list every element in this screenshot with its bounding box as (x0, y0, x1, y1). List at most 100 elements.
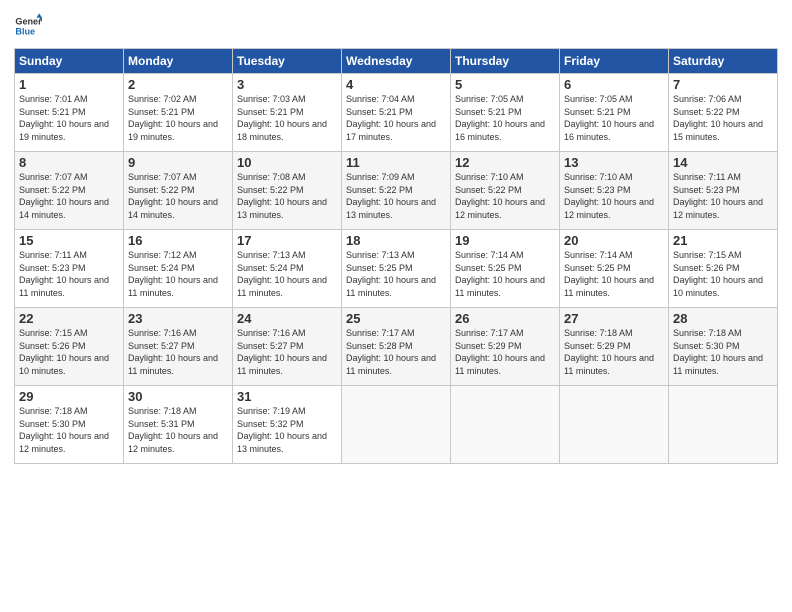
svg-text:Blue: Blue (15, 26, 35, 36)
day-info: Sunrise: 7:18 AMSunset: 5:31 PMDaylight:… (128, 406, 218, 454)
day-info: Sunrise: 7:02 AMSunset: 5:21 PMDaylight:… (128, 94, 218, 142)
logo-icon: General Blue (14, 12, 42, 40)
calendar-cell: 17 Sunrise: 7:13 AMSunset: 5:24 PMDaylig… (233, 230, 342, 308)
calendar-container: General Blue Sunday Monday Tuesday Wedne… (0, 0, 792, 612)
day-number: 22 (19, 311, 119, 326)
day-number: 5 (455, 77, 555, 92)
calendar-cell: 29 Sunrise: 7:18 AMSunset: 5:30 PMDaylig… (15, 386, 124, 464)
day-info: Sunrise: 7:16 AMSunset: 5:27 PMDaylight:… (237, 328, 327, 376)
calendar-week-row: 1 Sunrise: 7:01 AMSunset: 5:21 PMDayligh… (15, 74, 778, 152)
day-info: Sunrise: 7:14 AMSunset: 5:25 PMDaylight:… (564, 250, 654, 298)
day-number: 12 (455, 155, 555, 170)
day-info: Sunrise: 7:13 AMSunset: 5:25 PMDaylight:… (346, 250, 436, 298)
col-wednesday: Wednesday (342, 49, 451, 74)
day-number: 6 (564, 77, 664, 92)
day-info: Sunrise: 7:06 AMSunset: 5:22 PMDaylight:… (673, 94, 763, 142)
day-info: Sunrise: 7:10 AMSunset: 5:22 PMDaylight:… (455, 172, 545, 220)
calendar-cell: 23 Sunrise: 7:16 AMSunset: 5:27 PMDaylig… (124, 308, 233, 386)
calendar-cell: 25 Sunrise: 7:17 AMSunset: 5:28 PMDaylig… (342, 308, 451, 386)
day-info: Sunrise: 7:14 AMSunset: 5:25 PMDaylight:… (455, 250, 545, 298)
calendar-cell: 30 Sunrise: 7:18 AMSunset: 5:31 PMDaylig… (124, 386, 233, 464)
day-number: 8 (19, 155, 119, 170)
calendar-week-row: 8 Sunrise: 7:07 AMSunset: 5:22 PMDayligh… (15, 152, 778, 230)
day-info: Sunrise: 7:17 AMSunset: 5:29 PMDaylight:… (455, 328, 545, 376)
day-number: 15 (19, 233, 119, 248)
calendar-cell (560, 386, 669, 464)
day-number: 23 (128, 311, 228, 326)
calendar-cell: 18 Sunrise: 7:13 AMSunset: 5:25 PMDaylig… (342, 230, 451, 308)
day-number: 9 (128, 155, 228, 170)
day-number: 1 (19, 77, 119, 92)
calendar-cell: 7 Sunrise: 7:06 AMSunset: 5:22 PMDayligh… (669, 74, 778, 152)
day-info: Sunrise: 7:18 AMSunset: 5:30 PMDaylight:… (673, 328, 763, 376)
day-info: Sunrise: 7:19 AMSunset: 5:32 PMDaylight:… (237, 406, 327, 454)
calendar-table: Sunday Monday Tuesday Wednesday Thursday… (14, 48, 778, 464)
day-number: 21 (673, 233, 773, 248)
day-info: Sunrise: 7:03 AMSunset: 5:21 PMDaylight:… (237, 94, 327, 142)
calendar-cell: 26 Sunrise: 7:17 AMSunset: 5:29 PMDaylig… (451, 308, 560, 386)
calendar-cell: 6 Sunrise: 7:05 AMSunset: 5:21 PMDayligh… (560, 74, 669, 152)
calendar-cell: 27 Sunrise: 7:18 AMSunset: 5:29 PMDaylig… (560, 308, 669, 386)
logo: General Blue (14, 12, 46, 40)
calendar-cell (342, 386, 451, 464)
day-info: Sunrise: 7:18 AMSunset: 5:29 PMDaylight:… (564, 328, 654, 376)
day-number: 13 (564, 155, 664, 170)
calendar-cell (669, 386, 778, 464)
day-number: 31 (237, 389, 337, 404)
day-number: 27 (564, 311, 664, 326)
calendar-cell: 9 Sunrise: 7:07 AMSunset: 5:22 PMDayligh… (124, 152, 233, 230)
calendar-cell: 14 Sunrise: 7:11 AMSunset: 5:23 PMDaylig… (669, 152, 778, 230)
day-info: Sunrise: 7:15 AMSunset: 5:26 PMDaylight:… (19, 328, 109, 376)
col-thursday: Thursday (451, 49, 560, 74)
day-number: 10 (237, 155, 337, 170)
day-info: Sunrise: 7:11 AMSunset: 5:23 PMDaylight:… (19, 250, 109, 298)
calendar-cell: 1 Sunrise: 7:01 AMSunset: 5:21 PMDayligh… (15, 74, 124, 152)
calendar-cell (451, 386, 560, 464)
calendar-cell: 2 Sunrise: 7:02 AMSunset: 5:21 PMDayligh… (124, 74, 233, 152)
header: General Blue (14, 12, 778, 40)
day-info: Sunrise: 7:11 AMSunset: 5:23 PMDaylight:… (673, 172, 763, 220)
col-friday: Friday (560, 49, 669, 74)
calendar-cell: 5 Sunrise: 7:05 AMSunset: 5:21 PMDayligh… (451, 74, 560, 152)
calendar-cell: 21 Sunrise: 7:15 AMSunset: 5:26 PMDaylig… (669, 230, 778, 308)
day-info: Sunrise: 7:13 AMSunset: 5:24 PMDaylight:… (237, 250, 327, 298)
calendar-cell: 4 Sunrise: 7:04 AMSunset: 5:21 PMDayligh… (342, 74, 451, 152)
day-number: 29 (19, 389, 119, 404)
day-number: 7 (673, 77, 773, 92)
day-info: Sunrise: 7:09 AMSunset: 5:22 PMDaylight:… (346, 172, 436, 220)
day-info: Sunrise: 7:05 AMSunset: 5:21 PMDaylight:… (564, 94, 654, 142)
calendar-cell: 15 Sunrise: 7:11 AMSunset: 5:23 PMDaylig… (15, 230, 124, 308)
calendar-cell: 22 Sunrise: 7:15 AMSunset: 5:26 PMDaylig… (15, 308, 124, 386)
calendar-cell: 3 Sunrise: 7:03 AMSunset: 5:21 PMDayligh… (233, 74, 342, 152)
day-number: 26 (455, 311, 555, 326)
day-info: Sunrise: 7:16 AMSunset: 5:27 PMDaylight:… (128, 328, 218, 376)
day-number: 19 (455, 233, 555, 248)
svg-text:General: General (15, 17, 42, 27)
day-number: 20 (564, 233, 664, 248)
day-number: 25 (346, 311, 446, 326)
day-info: Sunrise: 7:01 AMSunset: 5:21 PMDaylight:… (19, 94, 109, 142)
day-number: 16 (128, 233, 228, 248)
day-number: 30 (128, 389, 228, 404)
calendar-cell: 12 Sunrise: 7:10 AMSunset: 5:22 PMDaylig… (451, 152, 560, 230)
col-monday: Monday (124, 49, 233, 74)
calendar-week-row: 29 Sunrise: 7:18 AMSunset: 5:30 PMDaylig… (15, 386, 778, 464)
day-info: Sunrise: 7:08 AMSunset: 5:22 PMDaylight:… (237, 172, 327, 220)
calendar-cell: 31 Sunrise: 7:19 AMSunset: 5:32 PMDaylig… (233, 386, 342, 464)
day-info: Sunrise: 7:07 AMSunset: 5:22 PMDaylight:… (19, 172, 109, 220)
day-info: Sunrise: 7:10 AMSunset: 5:23 PMDaylight:… (564, 172, 654, 220)
calendar-cell: 10 Sunrise: 7:08 AMSunset: 5:22 PMDaylig… (233, 152, 342, 230)
day-info: Sunrise: 7:04 AMSunset: 5:21 PMDaylight:… (346, 94, 436, 142)
day-info: Sunrise: 7:18 AMSunset: 5:30 PMDaylight:… (19, 406, 109, 454)
day-number: 14 (673, 155, 773, 170)
day-number: 2 (128, 77, 228, 92)
calendar-cell: 24 Sunrise: 7:16 AMSunset: 5:27 PMDaylig… (233, 308, 342, 386)
day-info: Sunrise: 7:05 AMSunset: 5:21 PMDaylight:… (455, 94, 545, 142)
calendar-cell: 20 Sunrise: 7:14 AMSunset: 5:25 PMDaylig… (560, 230, 669, 308)
day-number: 11 (346, 155, 446, 170)
day-info: Sunrise: 7:17 AMSunset: 5:28 PMDaylight:… (346, 328, 436, 376)
calendar-cell: 16 Sunrise: 7:12 AMSunset: 5:24 PMDaylig… (124, 230, 233, 308)
calendar-cell: 8 Sunrise: 7:07 AMSunset: 5:22 PMDayligh… (15, 152, 124, 230)
day-number: 4 (346, 77, 446, 92)
day-info: Sunrise: 7:12 AMSunset: 5:24 PMDaylight:… (128, 250, 218, 298)
